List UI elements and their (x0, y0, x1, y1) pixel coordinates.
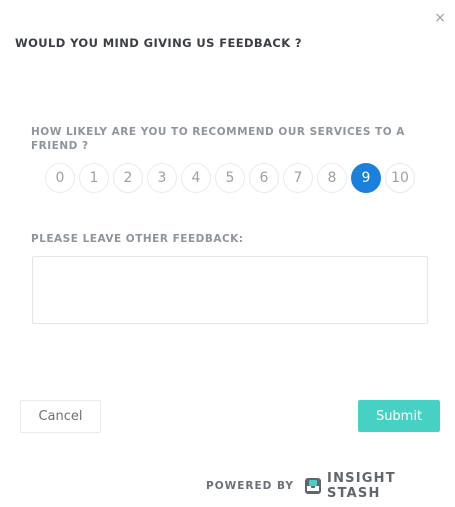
nps-score-6[interactable]: 6 (249, 163, 279, 193)
close-icon[interactable]: × (434, 11, 446, 25)
nps-score-2[interactable]: 2 (113, 163, 143, 193)
powered-by-text: POWERED BY (206, 480, 295, 492)
dialog-title: WOULD YOU MIND GIVING US FEEDBACK ? (15, 36, 303, 50)
inbox-tray-icon (305, 478, 322, 494)
submit-button[interactable]: Submit (358, 400, 440, 432)
nps-score-9[interactable]: 9 (351, 163, 381, 193)
nps-score-3[interactable]: 3 (147, 163, 177, 193)
nps-score-1[interactable]: 1 (79, 163, 109, 193)
brand-name: INSIGHT STASH (327, 471, 396, 501)
nps-score-5[interactable]: 5 (215, 163, 245, 193)
feedback-label: PLEASE LEAVE OTHER FEEDBACK: (31, 233, 244, 245)
brand-logo[interactable]: INSIGHT STASH (304, 471, 455, 501)
nps-score-4[interactable]: 4 (181, 163, 211, 193)
nps-score-10[interactable]: 10 (385, 163, 415, 193)
nps-score-0[interactable]: 0 (45, 163, 75, 193)
feedback-textarea[interactable] (32, 256, 428, 324)
nps-score-scale: 0 1 2 3 4 5 6 7 8 9 10 (45, 163, 415, 193)
feedback-dialog: × WOULD YOU MIND GIVING US FEEDBACK ? HO… (0, 0, 455, 507)
cancel-button[interactable]: Cancel (20, 400, 101, 433)
nps-question-label: HOW LIKELY ARE YOU TO RECOMMEND OUR SERV… (31, 126, 405, 152)
powered-by-footer: POWERED BY INSIGHT STASH (206, 471, 455, 501)
nps-score-8[interactable]: 8 (317, 163, 347, 193)
nps-score-7[interactable]: 7 (283, 163, 313, 193)
